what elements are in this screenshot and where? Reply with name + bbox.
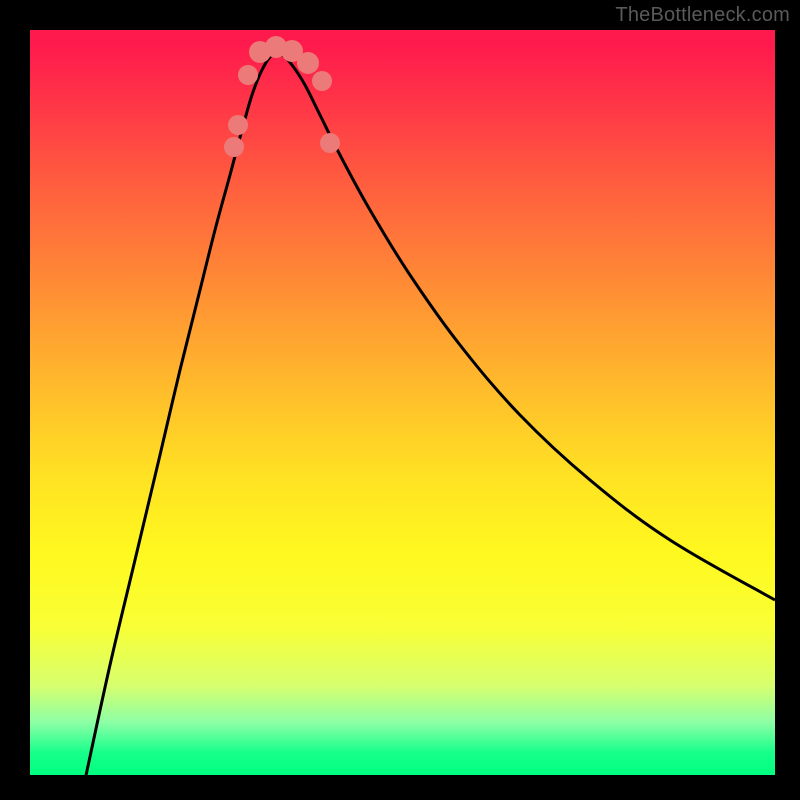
plot-area [30,30,775,775]
marker-dot [320,133,340,153]
markers-group [224,36,340,157]
watermark-text: TheBottleneck.com [615,4,790,27]
marker-dot [228,115,248,135]
chart-svg [30,30,775,775]
chart-frame: TheBottleneck.com [0,0,800,800]
marker-dot [312,71,332,91]
marker-dot [297,52,319,74]
bottleneck-curve [85,53,775,780]
marker-dot [224,137,244,157]
marker-dot [238,65,258,85]
